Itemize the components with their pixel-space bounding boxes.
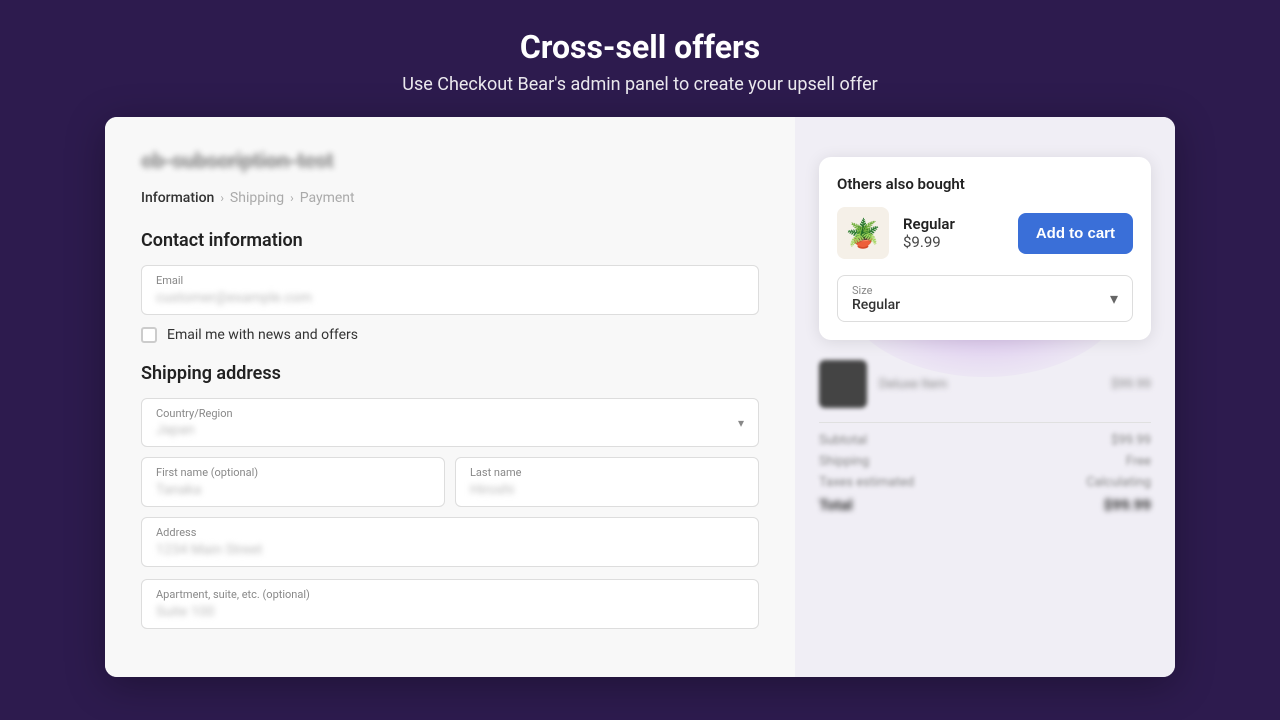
breadcrumb-sep-1: › — [220, 191, 224, 205]
taxes-row: Taxes estimated Calculating — [819, 475, 1151, 490]
page-header: Cross-sell offers Use Checkout Bear's ad… — [382, 0, 897, 117]
email-label: Email — [156, 274, 744, 287]
size-value: Regular — [852, 297, 900, 313]
order-summary-panel: Others also bought 🪴 Regular $9.99 Add t… — [795, 117, 1175, 677]
checkout-left-panel: cb-subscription-test Information › Shipp… — [105, 117, 795, 677]
email-group: Email customer@example.com — [141, 265, 759, 315]
total-value: $99.99 — [1104, 496, 1151, 514]
email-opt-in-row: Email me with news and offers — [141, 327, 759, 343]
add-to-cart-button[interactable]: Add to cart — [1018, 213, 1133, 254]
apartment-label: Apartment, suite, etc. (optional) — [156, 588, 744, 601]
email-field-wrapper[interactable]: Email customer@example.com — [141, 265, 759, 315]
size-label: Size — [852, 284, 900, 297]
email-opt-in-checkbox[interactable] — [141, 327, 157, 343]
country-label: Country/Region — [156, 407, 233, 420]
address-value: 1234 Main Street — [156, 542, 262, 558]
email-value: customer@example.com — [156, 290, 312, 306]
breadcrumb-payment[interactable]: Payment — [300, 190, 355, 206]
total-label: Total — [819, 496, 853, 514]
contact-section-title: Contact information — [141, 230, 759, 251]
country-value: Japan — [156, 422, 195, 438]
subtotal-value: $99.99 — [1111, 433, 1151, 448]
first-name-value: Tanaka — [156, 482, 201, 498]
order-summary: Deluxe Item $99.99 Subtotal $99.99 Shipp… — [819, 360, 1151, 514]
page-title: Cross-sell offers — [402, 28, 877, 66]
breadcrumb-sep-2: › — [290, 191, 294, 205]
main-card: cb-subscription-test Information › Shipp… — [105, 117, 1175, 677]
last-name-field[interactable]: Last name Hiroshi — [455, 457, 759, 507]
last-name-label: Last name — [470, 466, 744, 479]
shipping-value: Free — [1126, 454, 1151, 469]
order-item: Deluxe Item $99.99 — [819, 360, 1151, 408]
address-field[interactable]: Address 1234 Main Street — [141, 517, 759, 567]
first-name-field[interactable]: First name (optional) Tanaka — [141, 457, 445, 507]
grand-total-row: Total $99.99 — [819, 496, 1151, 514]
name-fields-row: First name (optional) Tanaka Last name H… — [141, 457, 759, 507]
apartment-field[interactable]: Apartment, suite, etc. (optional) Suite … — [141, 579, 759, 629]
offer-product-row: 🪴 Regular $9.99 Add to cart — [837, 207, 1133, 259]
product-info: Regular $9.99 — [903, 215, 1004, 251]
country-chevron-icon: ▾ — [738, 416, 744, 430]
store-title: cb-subscription-test — [141, 149, 759, 174]
shipping-section-title: Shipping address — [141, 363, 759, 384]
size-chevron-icon: ▾ — [1110, 289, 1118, 308]
subtotal-row: Subtotal $99.99 — [819, 433, 1151, 448]
page-subtitle: Use Checkout Bear's admin panel to creat… — [402, 74, 877, 95]
shipping-section: Shipping address Country/Region Japan ▾ … — [141, 363, 759, 629]
address-group: Address 1234 Main Street — [141, 517, 759, 567]
last-name-value: Hiroshi — [470, 482, 514, 498]
taxes-label: Taxes estimated — [819, 475, 914, 490]
address-label: Address — [156, 526, 744, 539]
email-opt-in-label: Email me with news and offers — [167, 327, 358, 343]
order-item-name: Deluxe Item — [879, 377, 1099, 392]
product-emoji: 🪴 — [846, 217, 881, 250]
order-item-price: $99.99 — [1111, 377, 1151, 392]
shipping-label: Shipping — [819, 454, 869, 469]
country-select[interactable]: Country/Region Japan ▾ — [141, 398, 759, 447]
taxes-value: Calculating — [1086, 475, 1151, 490]
cross-sell-offer-card: Others also bought 🪴 Regular $9.99 Add t… — [819, 157, 1151, 340]
product-image: 🪴 — [837, 207, 889, 259]
apartment-group: Apartment, suite, etc. (optional) Suite … — [141, 579, 759, 629]
product-name: Regular — [903, 215, 1004, 233]
offer-title: Others also bought — [837, 175, 1133, 193]
shipping-row: Shipping Free — [819, 454, 1151, 469]
apartment-value: Suite 100 — [156, 604, 215, 620]
product-price: $9.99 — [903, 233, 1004, 251]
breadcrumb: Information › Shipping › Payment — [141, 190, 759, 206]
size-selector[interactable]: Size Regular ▾ — [837, 275, 1133, 322]
order-item-image — [819, 360, 867, 408]
breadcrumb-information[interactable]: Information — [141, 190, 214, 206]
subtotal-label: Subtotal — [819, 433, 867, 448]
breadcrumb-shipping[interactable]: Shipping — [230, 190, 284, 206]
first-name-label: First name (optional) — [156, 466, 430, 479]
order-totals: Subtotal $99.99 Shipping Free Taxes esti… — [819, 422, 1151, 514]
